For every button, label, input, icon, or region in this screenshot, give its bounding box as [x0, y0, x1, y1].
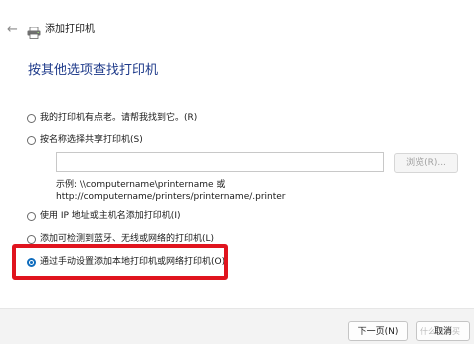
option-label: 使用 IP 地址或主机名添加打印机(I)	[40, 211, 181, 221]
back-arrow-icon[interactable]: ←	[7, 23, 21, 37]
share-example: 示例: \\computername\printername 或 http://…	[56, 179, 286, 203]
title-bar: ← 添加打印机	[0, 22, 474, 44]
share-name-input[interactable]	[56, 152, 384, 172]
example-line-2: http://computername/printers/printername…	[56, 192, 286, 202]
option-ip-address[interactable]: 使用 IP 地址或主机名添加打印机(I)	[27, 209, 180, 223]
highlight-box	[12, 244, 228, 280]
option-label: 我的打印机有点老。请帮我找到它。(R)	[40, 113, 198, 123]
browse-button[interactable]: 浏览(R)...	[394, 153, 458, 173]
radio-button[interactable]	[27, 135, 36, 145]
next-button[interactable]: 下一页(N)	[348, 321, 408, 341]
dialog-footer: 下一页(N) 取消	[0, 308, 474, 344]
watermark: 什么值得买	[420, 327, 460, 336]
printer-icon	[27, 24, 41, 39]
radio-button[interactable]	[27, 113, 36, 123]
example-line-1: 示例: \\computername\printername 或	[56, 180, 226, 190]
option-shared-printer[interactable]: 按名称选择共享打印机(S)	[27, 133, 143, 147]
window-title: 添加打印机	[45, 24, 95, 35]
option-old-printer[interactable]: 我的打印机有点老。请帮我找到它。(R)	[27, 111, 197, 125]
option-label: 按名称选择共享打印机(S)	[40, 135, 143, 145]
radio-button[interactable]	[27, 211, 36, 221]
page-heading: 按其他选项查找打印机	[28, 63, 159, 78]
radio-button[interactable]	[27, 234, 36, 244]
add-printer-dialog: ← 添加打印机 按其他选项查找打印机 我的打印机有点老。请帮我找到它。(R) 按…	[0, 0, 474, 344]
